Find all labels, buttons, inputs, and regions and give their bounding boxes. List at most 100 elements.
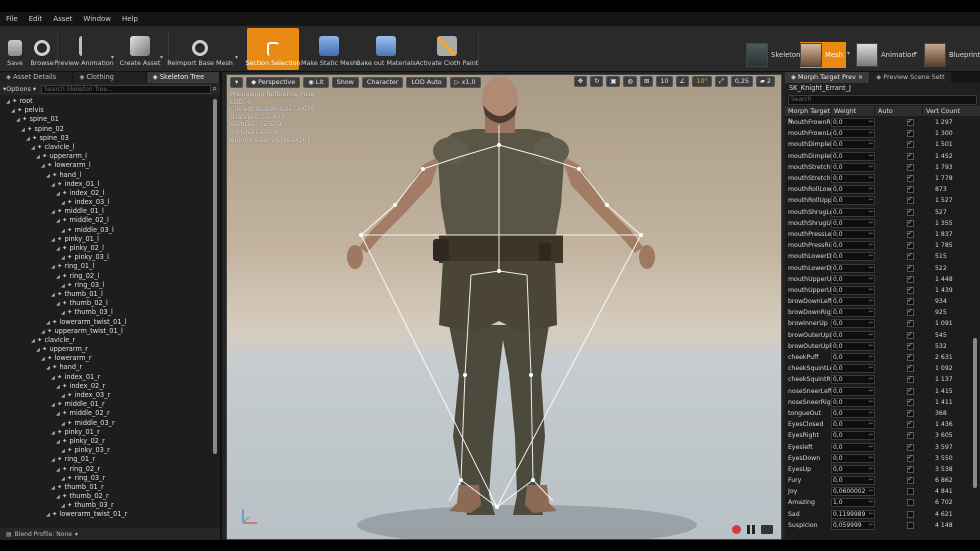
- tree-row-spine-03[interactable]: ◢ ✦ spine_03: [0, 134, 210, 143]
- expand-arrow-icon[interactable]: ◢: [46, 320, 50, 326]
- expand-arrow-icon[interactable]: ◢: [56, 274, 60, 280]
- weight-spinbox[interactable]: 1,0: [831, 498, 875, 508]
- tree-row-thumb-01-r[interactable]: ◢ ✦ thumb_01_r: [0, 483, 210, 492]
- expand-arrow-icon[interactable]: ◢: [21, 127, 25, 133]
- expand-arrow-icon[interactable]: ◢: [61, 421, 65, 427]
- morph-target-row[interactable]: cheekSquintLeft0,0 1 092: [785, 363, 971, 374]
- column-morph-target-name[interactable]: Morph Target N: [785, 106, 831, 125]
- weight-spinbox[interactable]: 0,1199989: [831, 509, 875, 519]
- menu-window[interactable]: Window: [83, 15, 111, 23]
- tree-row-middle-02-r[interactable]: ◢ ✦ middle_02_r: [0, 409, 210, 418]
- tree-row-pinky-01-r[interactable]: ◢ ✦ pinky_01_r: [0, 428, 210, 437]
- morph-target-row[interactable]: Fury 0,0 6 862: [785, 475, 971, 486]
- morph-target-scrollbar[interactable]: [973, 338, 977, 488]
- tree-row-thumb-01-l[interactable]: ◢ ✦ thumb_01_l: [0, 290, 210, 299]
- auto-checkbox[interactable]: [906, 219, 914, 227]
- save-button[interactable]: Save: [4, 28, 26, 70]
- tree-row-thumb-02-l[interactable]: ◢ ✦ thumb_02_l: [0, 299, 210, 308]
- column-auto[interactable]: Auto: [875, 106, 923, 116]
- tree-row-pelvis[interactable]: ◢ ✦ pelvis: [0, 106, 210, 115]
- bake-out-materials-button[interactable]: Bake out Materials: [356, 28, 416, 70]
- blend-profile-selector[interactable]: ▤ Blend Profile: None ▾: [0, 528, 220, 540]
- expand-arrow-icon[interactable]: ◢: [31, 145, 35, 151]
- menu-asset[interactable]: Asset: [53, 15, 72, 23]
- tab-clothing[interactable]: ◈ Clothing: [73, 72, 146, 83]
- auto-checkbox[interactable]: [906, 364, 914, 373]
- morph-target-row[interactable]: mouthFrownRig0,0 1 297: [785, 117, 971, 128]
- weight-spinbox[interactable]: 0,0: [831, 341, 875, 351]
- auto-checkbox[interactable]: [906, 420, 914, 429]
- tab-skeleton-tree[interactable]: ◈ Skeleton Tree: [146, 72, 219, 83]
- expand-arrow-icon[interactable]: ◢: [61, 503, 65, 509]
- weight-spinbox[interactable]: 0,0: [831, 453, 875, 463]
- auto-checkbox[interactable]: [906, 342, 914, 350]
- tree-row-index-03-r[interactable]: ◢ ✦ index_03_r: [0, 391, 210, 400]
- morph-target-row[interactable]: cheekPuff 0,0 2 631: [785, 352, 971, 363]
- tree-row-lowerarm-twist-01-r[interactable]: ◢ ✦ lowerarm_twist_01_r: [0, 510, 210, 519]
- morph-target-row[interactable]: browDownLeft0,0 934: [785, 296, 971, 307]
- morph-target-row[interactable]: noseSneerLeft0,0 1 415: [785, 386, 971, 397]
- auto-checkbox[interactable]: [906, 319, 914, 328]
- morph-target-row[interactable]: mouthShrugUpp0,0 1 355: [785, 218, 971, 229]
- weight-spinbox[interactable]: 0,0: [831, 442, 875, 452]
- auto-checkbox[interactable]: [906, 521, 914, 529]
- mode-blueprint-button[interactable]: Blueprint: [924, 42, 980, 68]
- expand-arrow-icon[interactable]: ◢: [51, 430, 55, 436]
- expand-arrow-icon[interactable]: ◢: [51, 182, 55, 188]
- tree-row-pinky-03-l[interactable]: ◢ ✦ pinky_03_l: [0, 253, 210, 262]
- expand-arrow-icon[interactable]: ◢: [56, 411, 60, 417]
- expand-arrow-icon[interactable]: ◢: [51, 209, 55, 215]
- weight-spinbox[interactable]: 0,0: [831, 408, 875, 418]
- expand-arrow-icon[interactable]: ◢: [61, 283, 65, 289]
- weight-spinbox[interactable]: 0,0: [831, 207, 875, 217]
- tree-row-clavicle-r[interactable]: ◢ ✦ clavicle_r: [0, 336, 210, 345]
- preview-animation-button[interactable]: Preview Animation: [54, 28, 114, 70]
- weight-spinbox[interactable]: 0,0: [831, 375, 875, 385]
- morph-target-row[interactable]: mouthDimpleLe0,0 1 501: [785, 139, 971, 150]
- expand-arrow-icon[interactable]: ◢: [56, 218, 60, 224]
- auto-checkbox[interactable]: [906, 488, 914, 496]
- auto-checkbox[interactable]: [906, 185, 914, 194]
- weight-spinbox[interactable]: 0,0: [831, 252, 875, 262]
- weight-spinbox[interactable]: 0,0: [831, 308, 875, 318]
- tab-asset-details[interactable]: ◈ Asset Details: [0, 72, 73, 83]
- expand-arrow-icon[interactable]: ◢: [26, 136, 30, 142]
- morph-target-row[interactable]: Eyesleft 0,0 3 597: [785, 441, 971, 452]
- expand-arrow-icon[interactable]: ◢: [51, 375, 55, 381]
- expand-arrow-icon[interactable]: ◢: [61, 200, 65, 206]
- weight-spinbox[interactable]: 0,0: [831, 364, 875, 374]
- make-static-mesh-button[interactable]: Make Static Mesh: [301, 28, 357, 70]
- expand-arrow-icon[interactable]: ◢: [56, 439, 60, 445]
- tree-row-upperarm-twist-01-l[interactable]: ◢ ✦ upperarm_twist_01_l: [0, 327, 210, 336]
- record-icon[interactable]: [732, 525, 741, 534]
- auto-checkbox[interactable]: [906, 129, 914, 138]
- weight-spinbox[interactable]: 0,0: [831, 174, 875, 184]
- morph-target-row[interactable]: mouthStretchLe0,0 1 793: [785, 162, 971, 173]
- weight-spinbox[interactable]: 0,0: [831, 353, 875, 363]
- section-selection-button[interactable]: Section Selection: [245, 28, 301, 70]
- weight-spinbox[interactable]: 0,0: [831, 274, 875, 284]
- mode-skeleton-button[interactable]: Skeleton: [746, 42, 800, 68]
- auto-checkbox[interactable]: [906, 208, 914, 216]
- tree-row-middle-03-r[interactable]: ◢ ✦ middle_03_r: [0, 419, 210, 428]
- auto-checkbox[interactable]: [906, 163, 914, 171]
- auto-checkbox[interactable]: [906, 286, 914, 294]
- morph-target-row[interactable]: mouthUpperUpR0,0 1 439: [785, 285, 971, 296]
- weight-spinbox[interactable]: 0,0: [831, 263, 875, 273]
- tree-row-spine-02[interactable]: ◢ ✦ spine_02: [0, 125, 210, 134]
- morph-target-row[interactable]: mouthFrownLef0,0 1 300: [785, 128, 971, 139]
- create-asset-button[interactable]: Create Asset: [120, 28, 160, 70]
- tree-row-pinky-02-l[interactable]: ◢ ✦ pinky_02_l: [0, 244, 210, 253]
- expand-arrow-icon[interactable]: ◢: [56, 301, 60, 307]
- weight-spinbox[interactable]: 0,0: [831, 162, 875, 172]
- morph-target-row[interactable]: Joy 0,0600002 4 841: [785, 486, 971, 497]
- tree-row-index-03-l[interactable]: ◢ ✦ index_03_l: [0, 198, 210, 207]
- expand-arrow-icon[interactable]: ◢: [61, 310, 65, 316]
- mode-animation-button[interactable]: Animation: [856, 42, 916, 68]
- tree-row-lowerarm-r[interactable]: ◢ ✦ lowerarm_r: [0, 354, 210, 363]
- morph-target-row[interactable]: cheekSquintRig0,0 1 137: [785, 374, 971, 385]
- weight-spinbox[interactable]: 0,0: [831, 319, 875, 329]
- weight-spinbox[interactable]: 0,0: [831, 464, 875, 474]
- expand-arrow-icon[interactable]: ◢: [51, 292, 55, 298]
- auto-checkbox[interactable]: [906, 398, 914, 406]
